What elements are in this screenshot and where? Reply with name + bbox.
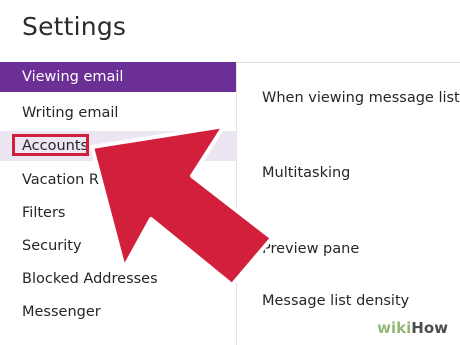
sidebar-item-vacation-response[interactable]: Vacation Respo [0,165,236,195]
setting-multitasking[interactable]: Multitasking [262,165,350,181]
settings-page: Settings Viewing email Writing email Acc… [0,0,460,345]
setting-message-list-density[interactable]: Message list density [262,293,409,309]
wikihow-watermark: wikiHow [371,315,454,341]
settings-main-panel: When viewing message lists Multitasking … [237,63,460,345]
sidebar-item-filters[interactable]: Filters [0,198,236,228]
sidebar-item-blocked-addresses[interactable]: Blocked Addresses [0,264,236,294]
watermark-how-text: How [411,319,448,337]
sidebar-item-messenger[interactable]: Messenger [0,297,236,327]
accounts-highlight-box [12,134,89,156]
sidebar-item-viewing-email[interactable]: Viewing email [0,62,236,92]
setting-preview-pane[interactable]: Preview pane [262,241,359,257]
page-title: Settings [22,12,127,41]
watermark-wiki-text: wiki [377,319,412,337]
sidebar-item-writing-email[interactable]: Writing email [0,98,236,128]
setting-when-viewing-message-lists[interactable]: When viewing message lists [262,90,460,106]
sidebar-item-security[interactable]: Security [0,231,236,261]
